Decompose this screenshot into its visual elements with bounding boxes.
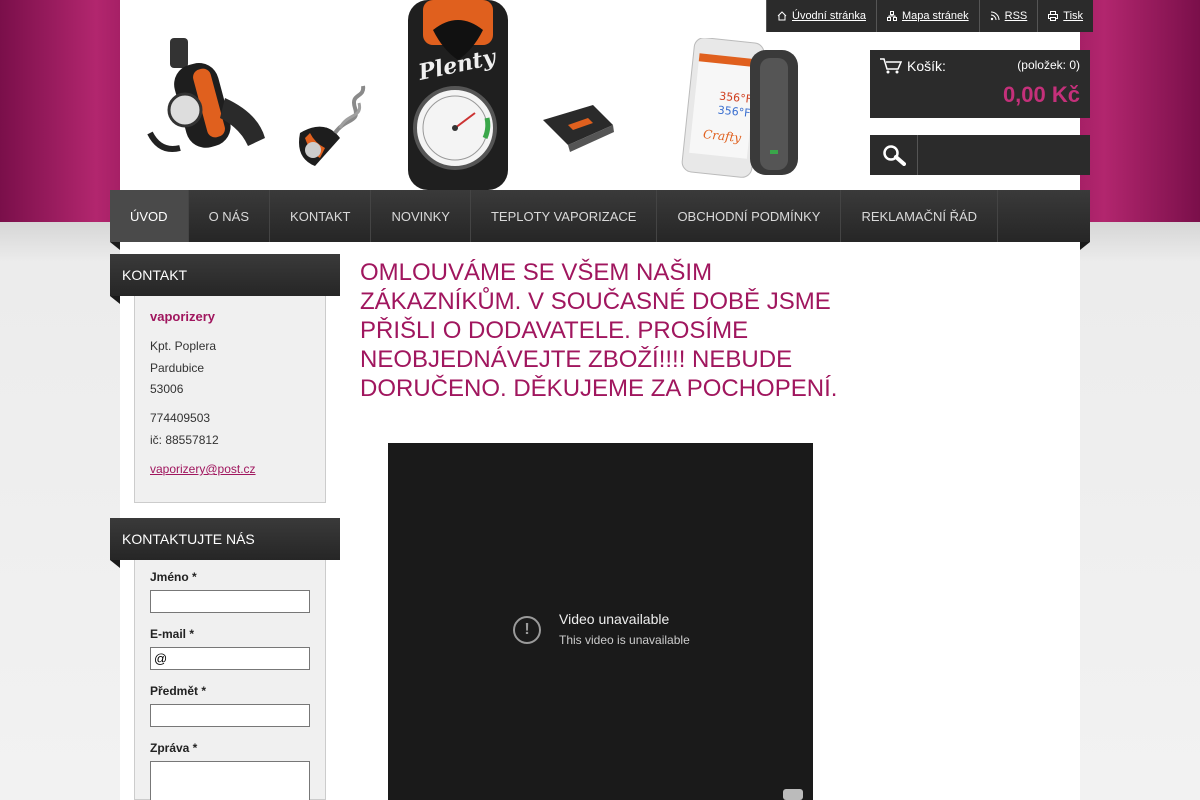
product-image-crafty-small [543, 105, 614, 152]
product-image-plenty-large: Plenty [408, 0, 508, 190]
top-links-bar: Úvodní stránka Mapa stránek RSS Tisk [766, 0, 1094, 32]
search-button[interactable] [870, 135, 918, 175]
message-field-label: Zpráva * [150, 741, 198, 755]
print-icon [1048, 11, 1059, 21]
print-link-label: Tisk [1063, 10, 1084, 22]
email-field-label: E-mail * [150, 627, 195, 641]
video-unavailable-subtitle: This video is unavailable [559, 633, 690, 647]
subject-field-label: Předmět * [150, 684, 207, 698]
sitemap-link-label: Mapa stránek [901, 10, 969, 22]
video-player[interactable]: ! Video unavailable This video is unavai… [388, 443, 813, 800]
rss-link[interactable]: RSS [978, 0, 1038, 32]
product-image-plenty-coil [299, 85, 366, 166]
email-field[interactable] [150, 647, 310, 670]
product-image-plenty-angled [147, 38, 265, 152]
contact-box-title: KONTAKT [110, 254, 340, 296]
cart-box[interactable]: Košík: (položek: 0) 0,00 Kč [870, 50, 1090, 118]
print-link[interactable]: Tisk [1037, 0, 1094, 32]
page-headline: OMLOUVÁME SE VŠEM NAŠIM ZÁKAZNÍKŮM. V SO… [360, 259, 838, 402]
video-unavailable-title: Video unavailable [559, 611, 670, 627]
product-image-crafty-app: 356°F 356°F Crafty [681, 38, 798, 178]
name-field[interactable] [150, 590, 310, 613]
sitemap-icon [886, 11, 897, 21]
contact-street: Kpt. Poplera [150, 339, 217, 353]
search-icon [883, 145, 906, 166]
contact-email-link[interactable]: vaporizery@post.cz [150, 462, 256, 476]
home-icon [777, 11, 787, 21]
nav-item-o-nas[interactable]: O NÁS [189, 190, 271, 242]
cart-item-count: (položek: 0) [1017, 58, 1080, 72]
nav-item-uvod[interactable]: ÚVOD [110, 190, 189, 242]
sitemap-link[interactable]: Mapa stránek [875, 0, 979, 32]
rss-icon [990, 11, 1000, 21]
nav-item-novinky[interactable]: NOVINKY [371, 190, 471, 242]
contact-company-name: vaporizery [150, 309, 216, 324]
nav-item-obchodni-podminky[interactable]: OBCHODNÍ PODMÍNKY [657, 190, 842, 242]
contact-city: Pardubice [150, 361, 205, 375]
name-field-label: Jméno * [150, 570, 197, 584]
contact-phone: 774409503 [150, 411, 211, 425]
search-box [870, 135, 1090, 175]
home-link-label: Úvodní stránka [792, 10, 866, 22]
contact-ic: ič: 88557812 [150, 433, 219, 447]
contact-zip: 53006 [150, 382, 184, 396]
nav-fold-left [110, 242, 120, 250]
cart-total-price: 0,00 Kč [1002, 82, 1080, 107]
rss-link-label: RSS [1004, 10, 1028, 22]
nav-item-teploty-vaporizace[interactable]: TEPLOTY VAPORIZACE [471, 190, 658, 242]
youtube-icon[interactable] [783, 789, 803, 800]
message-field[interactable] [150, 761, 310, 800]
nav-fold-right [1080, 242, 1090, 250]
main-nav: ÚVOD O NÁS KONTAKT NOVINKY TEPLOTY VAPOR… [110, 190, 1090, 242]
home-link[interactable]: Úvodní stránka [766, 0, 876, 32]
search-input[interactable] [919, 135, 1090, 175]
cart-label: Košík: [907, 58, 946, 74]
alert-icon: ! [513, 616, 541, 644]
contact-box-fold [110, 296, 120, 304]
contact-form-fold [110, 560, 120, 568]
contact-form-title: KONTAKTUJTE NÁS [110, 518, 340, 560]
nav-item-kontakt[interactable]: KONTAKT [270, 190, 372, 242]
cart-icon [880, 58, 902, 74]
subject-field[interactable] [150, 704, 310, 727]
nav-item-reklamacni-rad[interactable]: REKLAMAČNÍ ŘÁD [841, 190, 999, 242]
